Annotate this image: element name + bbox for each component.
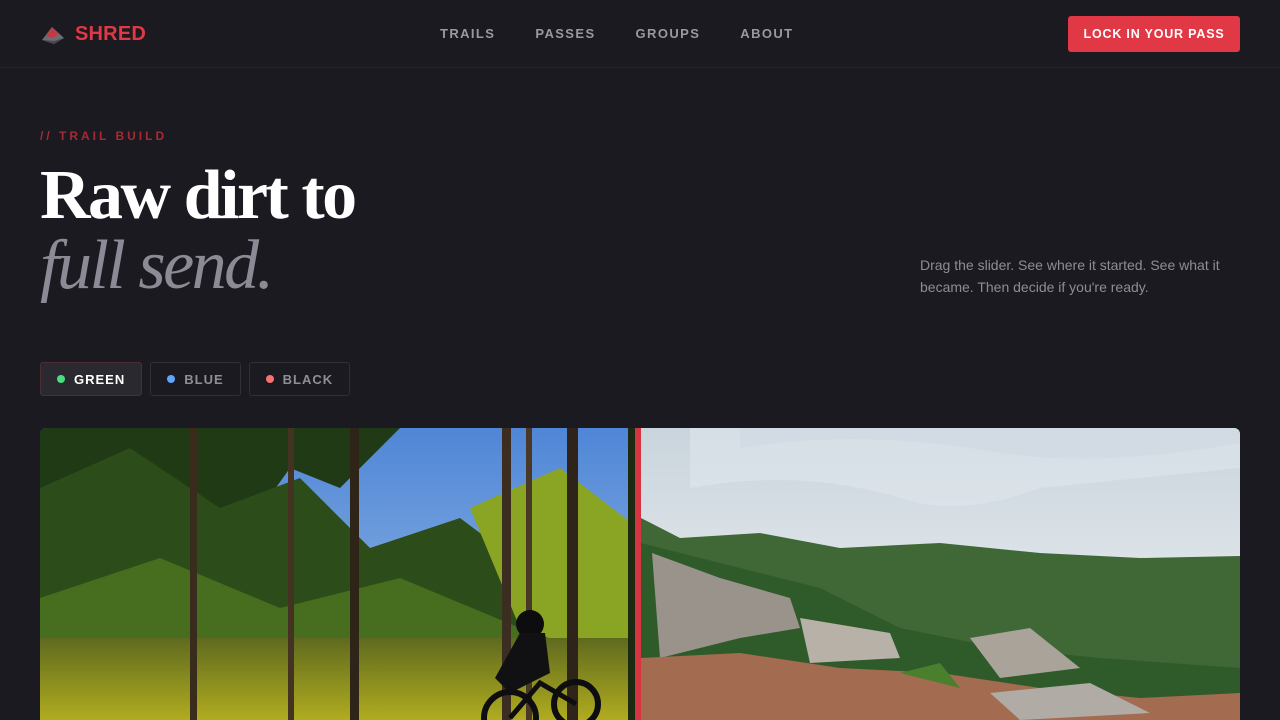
filter-blue[interactable]: BLUE (150, 362, 241, 396)
nav-groups[interactable]: GROUPS (636, 26, 701, 41)
filter-black[interactable]: BLACK (248, 362, 351, 396)
nav-trails[interactable]: TRAILS (440, 26, 495, 41)
main-menu: TRAILS PASSES GROUPS ABOUT (440, 26, 794, 41)
section-eyebrow: // TRAIL BUILD (40, 129, 168, 143)
hero-title: Raw dirt to (40, 157, 357, 234)
blue-dot-icon (167, 375, 176, 383)
nav-passes[interactable]: PASSES (535, 26, 595, 41)
green-dot-icon (57, 375, 65, 383)
filter-label: BLUE (184, 371, 224, 387)
filter-label: GREEN (74, 371, 126, 387)
slider-divider[interactable] (635, 428, 641, 720)
hero-title-italic: full send. (40, 227, 274, 304)
red-dot-icon (265, 375, 274, 383)
difficulty-filters: GREEN BLUE BLACK (40, 362, 351, 396)
before-after-slider[interactable] (40, 428, 1240, 720)
mountain-icon (42, 27, 64, 44)
nav-about[interactable]: ABOUT (740, 26, 793, 41)
top-nav: SHRED TRAILS PASSES GROUPS ABOUT LOCK IN… (0, 0, 1280, 68)
cleared-hillside-image (641, 428, 1240, 720)
filter-label: BLACK (282, 371, 334, 387)
lock-in-pass-button[interactable]: LOCK IN YOUR PASS (1068, 16, 1240, 52)
rider-in-forest-image (40, 428, 638, 720)
hero-description: Drag the slider. See where it started. S… (920, 257, 1220, 295)
filter-green[interactable]: GREEN (40, 362, 143, 396)
brand-logo[interactable]: SHRED (40, 22, 146, 46)
brand-name: SHRED (75, 22, 147, 45)
